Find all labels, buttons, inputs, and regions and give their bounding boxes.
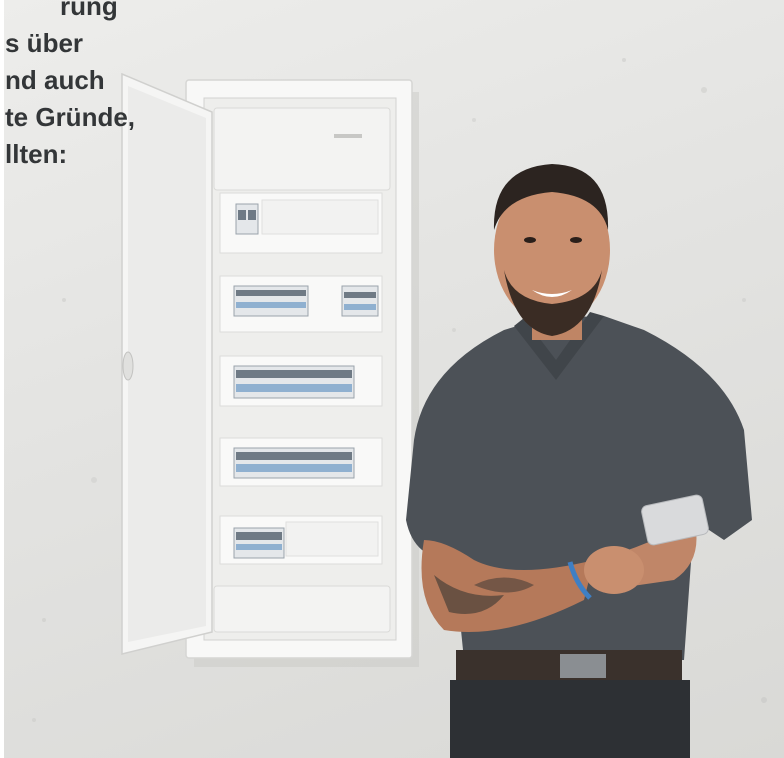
din-row-1 [219, 192, 383, 254]
text-line-4: te Gründe, [5, 102, 136, 132]
din-row-4 [219, 437, 383, 487]
text-line-2: s über [5, 28, 84, 58]
text-line-3: nd auch [5, 65, 105, 95]
din-row-5 [219, 515, 383, 565]
cabinet-door [121, 72, 213, 655]
text-line-5: llten: [5, 139, 68, 169]
din-row-3 [219, 355, 383, 407]
distribution-cabinet [185, 79, 413, 659]
text-line-1: rung [60, 0, 118, 21]
overlay-text-fragment: rung s über nd auch te Gründe, llten: [0, 0, 135, 173]
person [406, 164, 752, 758]
din-row-2 [219, 275, 383, 333]
